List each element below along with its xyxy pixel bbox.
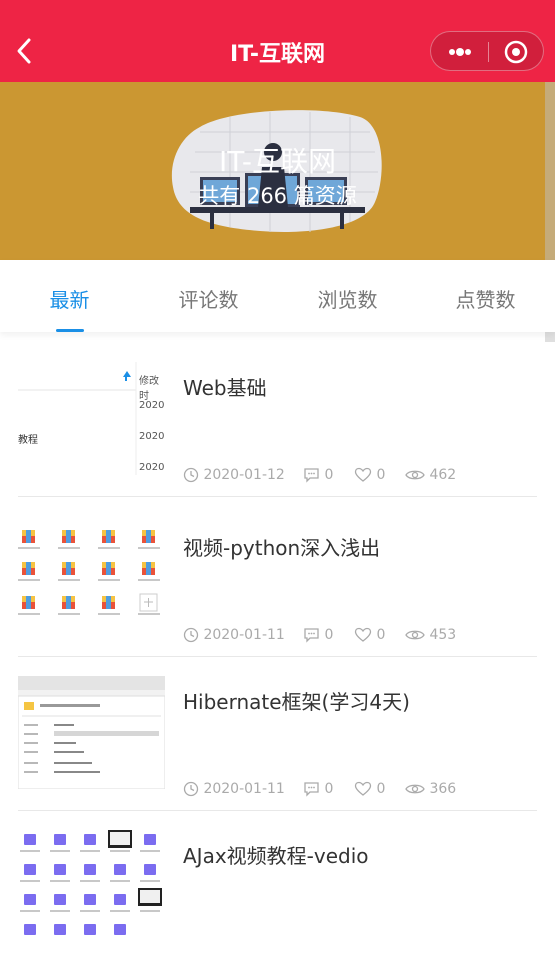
like-count: 0 (376, 467, 386, 483)
mini-program-capsule (430, 31, 544, 71)
item-thumbnail (18, 676, 165, 789)
list-item[interactable]: Hibernate框架(学习4天) 2020-01-11 0 0 366 (0, 658, 555, 811)
list-item[interactable]: 视频-python深入浅出 2020-01-11 0 0 453 (0, 504, 555, 657)
comment-icon (304, 782, 319, 797)
item-date: 2020-01-12 (203, 467, 285, 483)
item-title[interactable]: Web基础 (183, 372, 267, 401)
item-date: 2020-01-11 (203, 781, 285, 797)
capsule-divider (488, 42, 489, 62)
navbar: IT-互联网 (0, 0, 555, 82)
close-miniprogram-icon[interactable] (499, 38, 533, 66)
file-properties-preview (18, 676, 165, 789)
view-count: 462 (429, 467, 457, 483)
comment-count: 0 (324, 781, 334, 797)
item-thumbnail (18, 830, 165, 943)
tab-likes[interactable]: 点赞数 (416, 284, 555, 313)
tab-comments[interactable]: 评论数 (139, 284, 278, 313)
like-count: 0 (376, 781, 386, 797)
sort-tabs: 最新 评论数 浏览数 点赞数 (0, 260, 555, 332)
thumb-label: 教程 (18, 435, 38, 446)
item-date: 2020-01-11 (203, 627, 285, 643)
eye-icon (405, 784, 425, 794)
clock-icon (183, 627, 199, 643)
comment-icon (304, 628, 319, 643)
thumb-date: 2020- (139, 400, 165, 411)
view-count: 453 (429, 627, 457, 643)
tab-latest[interactable]: 最新 (0, 284, 139, 313)
video-files-preview (18, 830, 165, 943)
heart-icon (354, 467, 372, 482)
thumb-date: 2020- (139, 462, 165, 473)
list-item[interactable]: 修改时 教程 2020- 2020- 2020- Web基础 2020-01-1… (0, 344, 555, 497)
divider (18, 656, 537, 657)
column-header: 修改时 (139, 376, 159, 402)
view-count: 366 (429, 781, 457, 797)
item-thumbnail: 修改时 教程 2020- 2020- 2020- (18, 362, 165, 475)
comment-count: 0 (324, 467, 334, 483)
heart-icon (354, 627, 372, 642)
divider (18, 496, 537, 497)
resource-count: 共有 266 篇资源 (198, 184, 357, 208)
category-banner: IT-互联网 共有 266 篇资源 (0, 82, 555, 260)
comment-count: 0 (324, 627, 334, 643)
item-thumbnail (18, 522, 165, 635)
divider (18, 810, 537, 811)
item-title[interactable]: AJax视频教程-vedio (183, 840, 369, 869)
item-title[interactable]: 视频-python深入浅出 (183, 532, 380, 561)
tab-views[interactable]: 浏览数 (278, 284, 417, 313)
eye-icon (405, 630, 425, 640)
active-tab-indicator (56, 329, 84, 332)
thumb-date: 2020- (139, 431, 165, 442)
heart-icon (354, 781, 372, 796)
comment-icon (304, 468, 319, 483)
item-title[interactable]: Hibernate框架(学习4天) (183, 686, 410, 715)
more-icon[interactable] (443, 38, 477, 66)
eye-icon (405, 470, 425, 480)
like-count: 0 (376, 627, 386, 643)
clock-icon (183, 781, 199, 797)
archive-grid-preview (18, 522, 165, 635)
list-item[interactable]: AJax视频教程-vedio (0, 812, 555, 965)
banner-title: IT-互联网 (219, 145, 336, 178)
clock-icon (183, 467, 199, 483)
